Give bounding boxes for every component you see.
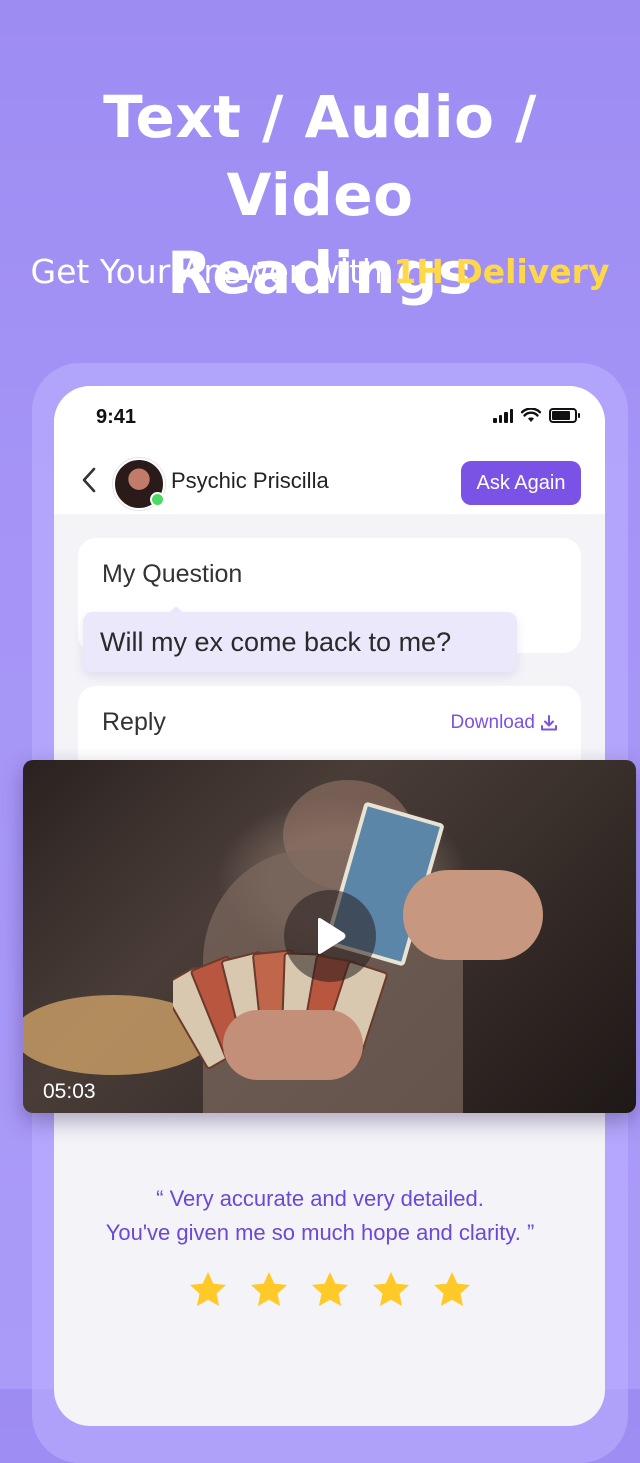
hero-title-line1: Text / Audio / Video [103, 83, 537, 229]
rating-stars [188, 1270, 472, 1310]
hero-subtitle-prefix: Get Your Answer with [30, 252, 394, 291]
video-thumbnail-detail [403, 870, 543, 960]
battery-icon [549, 408, 580, 423]
download-label: Download [450, 712, 536, 733]
wifi-icon [521, 408, 541, 422]
reply-title: Reply [102, 708, 166, 736]
star-icon [432, 1270, 472, 1310]
review-line2: You've given me so much hope and clarity… [105, 1220, 535, 1245]
star-icon [188, 1270, 228, 1310]
chevron-left-icon[interactable] [80, 466, 98, 494]
video-duration: 05:03 [43, 1080, 96, 1103]
download-button[interactable]: Download [451, 712, 559, 734]
video-player[interactable]: 05:03 [23, 760, 636, 1113]
online-status-dot [150, 492, 165, 507]
question-bubble: Will my ex come back to me? [83, 612, 517, 672]
play-button[interactable] [284, 890, 376, 982]
signal-icon [493, 408, 513, 423]
ask-again-button[interactable]: Ask Again [461, 461, 581, 505]
status-icons [493, 408, 580, 423]
hero-subtitle-highlight: 1H Delivery [393, 252, 610, 291]
video-thumbnail-detail [223, 1010, 363, 1080]
star-icon [310, 1270, 350, 1310]
star-icon [249, 1270, 289, 1310]
review-quote: “ Very accurate and very detailed. You'v… [0, 1182, 640, 1250]
status-time: 9:41 [96, 406, 137, 428]
hero-subtitle: Get Your Answer with 1H Delivery [0, 250, 640, 294]
review-line1: “ Very accurate and very detailed. [156, 1186, 484, 1211]
psychic-name[interactable]: Psychic Priscilla [171, 468, 329, 494]
download-icon [541, 715, 557, 731]
question-title: My Question [102, 560, 243, 588]
app-header: 9:41 Psychic Priscilla Ask Again [54, 386, 605, 514]
star-icon [371, 1270, 411, 1310]
play-icon [318, 918, 346, 954]
